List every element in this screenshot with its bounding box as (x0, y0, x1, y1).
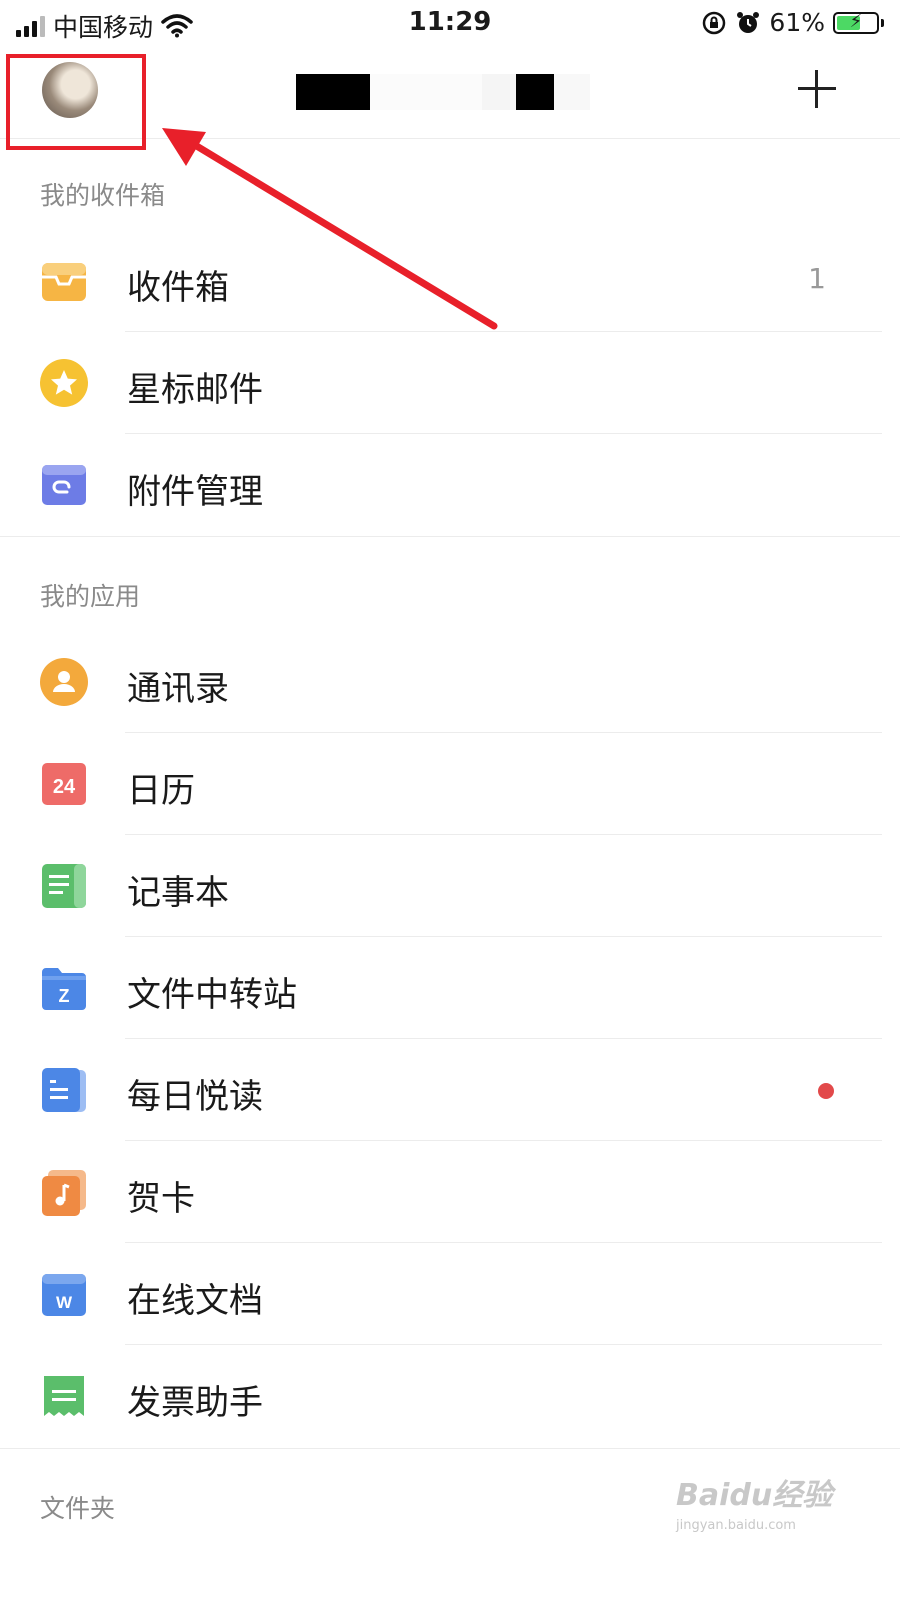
star-icon (40, 359, 88, 407)
menu-item-label: 发票助手 (127, 1383, 263, 1423)
unread-dot-badge (818, 1083, 834, 1099)
online-doc-icon: W (42, 1274, 86, 1316)
inbox-tray-icon (42, 263, 86, 301)
menu-item-label: 附件管理 (127, 472, 263, 512)
section-divider (0, 536, 900, 537)
watermark-url: jingyan.baidu.com (676, 1518, 796, 1533)
unread-count: 1 (808, 262, 826, 295)
section-divider (0, 1448, 900, 1449)
status-right: 61% ⚡ (701, 8, 884, 37)
section-title-my-apps: 我的应用 (40, 582, 141, 611)
watermark-main: Baidu经验 (676, 1478, 833, 1513)
menu-item-label: 星标邮件 (127, 370, 263, 410)
file-transfer-icon-letter: Z (59, 986, 70, 1006)
menu-item-inbox[interactable]: 收件箱 1 (0, 230, 900, 332)
section-title-my-inbox: 我的收件箱 (40, 181, 166, 210)
battery-percent: 61% (769, 8, 825, 37)
battery-tip (881, 18, 884, 27)
menu-item-label: 记事本 (127, 873, 229, 913)
menu-item-label: 通讯录 (127, 669, 229, 709)
annotation-highlight-box (6, 54, 146, 150)
section-title-folders: 文件夹 (40, 1494, 116, 1523)
alarm-icon (737, 11, 760, 33)
menu-item-contacts[interactable]: 通讯录 (0, 631, 900, 733)
menu-item-label: 贺卡 (127, 1179, 195, 1219)
add-account-button[interactable] (798, 70, 836, 108)
menu-item-file-transfer[interactable]: Z 文件中转站 (0, 937, 900, 1039)
menu-item-starred[interactable]: 星标邮件 (0, 332, 900, 434)
menu-item-invoice-assistant[interactable]: 发票助手 (0, 1345, 900, 1447)
greeting-card-icon (42, 1170, 86, 1216)
baidu-watermark: Baidu经验 jingyan.baidu.com (676, 1470, 846, 1550)
file-transfer-icon: Z (42, 968, 86, 1010)
attachment-folder-icon (42, 465, 86, 505)
contacts-icon (40, 658, 88, 706)
menu-item-online-docs[interactable]: W 在线文档 (0, 1243, 900, 1345)
orientation-lock-icon (703, 11, 726, 34)
menu-item-label: 收件箱 (127, 268, 229, 308)
online-doc-icon-letter: W (56, 1293, 73, 1312)
daily-reading-icon (42, 1068, 86, 1112)
invoice-icon (44, 1376, 84, 1416)
menu-item-label: 每日悦读 (127, 1077, 263, 1117)
charging-icon: ⚡ (849, 10, 863, 32)
calendar-icon: 24 (42, 763, 86, 805)
status-bar: 中国移动 11:29 61% ⚡ (0, 0, 900, 46)
menu-item-notebook[interactable]: 记事本 (0, 835, 900, 937)
battery-icon: ⚡ (833, 10, 879, 34)
menu-item-attachments[interactable]: 附件管理 (0, 434, 900, 536)
notebook-icon (42, 864, 86, 908)
menu-item-greeting-card[interactable]: 贺卡 (0, 1141, 900, 1243)
menu-item-calendar[interactable]: 24 日历 (0, 733, 900, 835)
menu-item-label: 文件中转站 (127, 975, 297, 1015)
menu-item-label: 在线文档 (127, 1281, 263, 1321)
menu-item-label: 日历 (127, 771, 195, 811)
calendar-icon-date: 24 (53, 776, 76, 798)
menu-item-daily-reading[interactable]: 每日悦读 (0, 1039, 900, 1141)
